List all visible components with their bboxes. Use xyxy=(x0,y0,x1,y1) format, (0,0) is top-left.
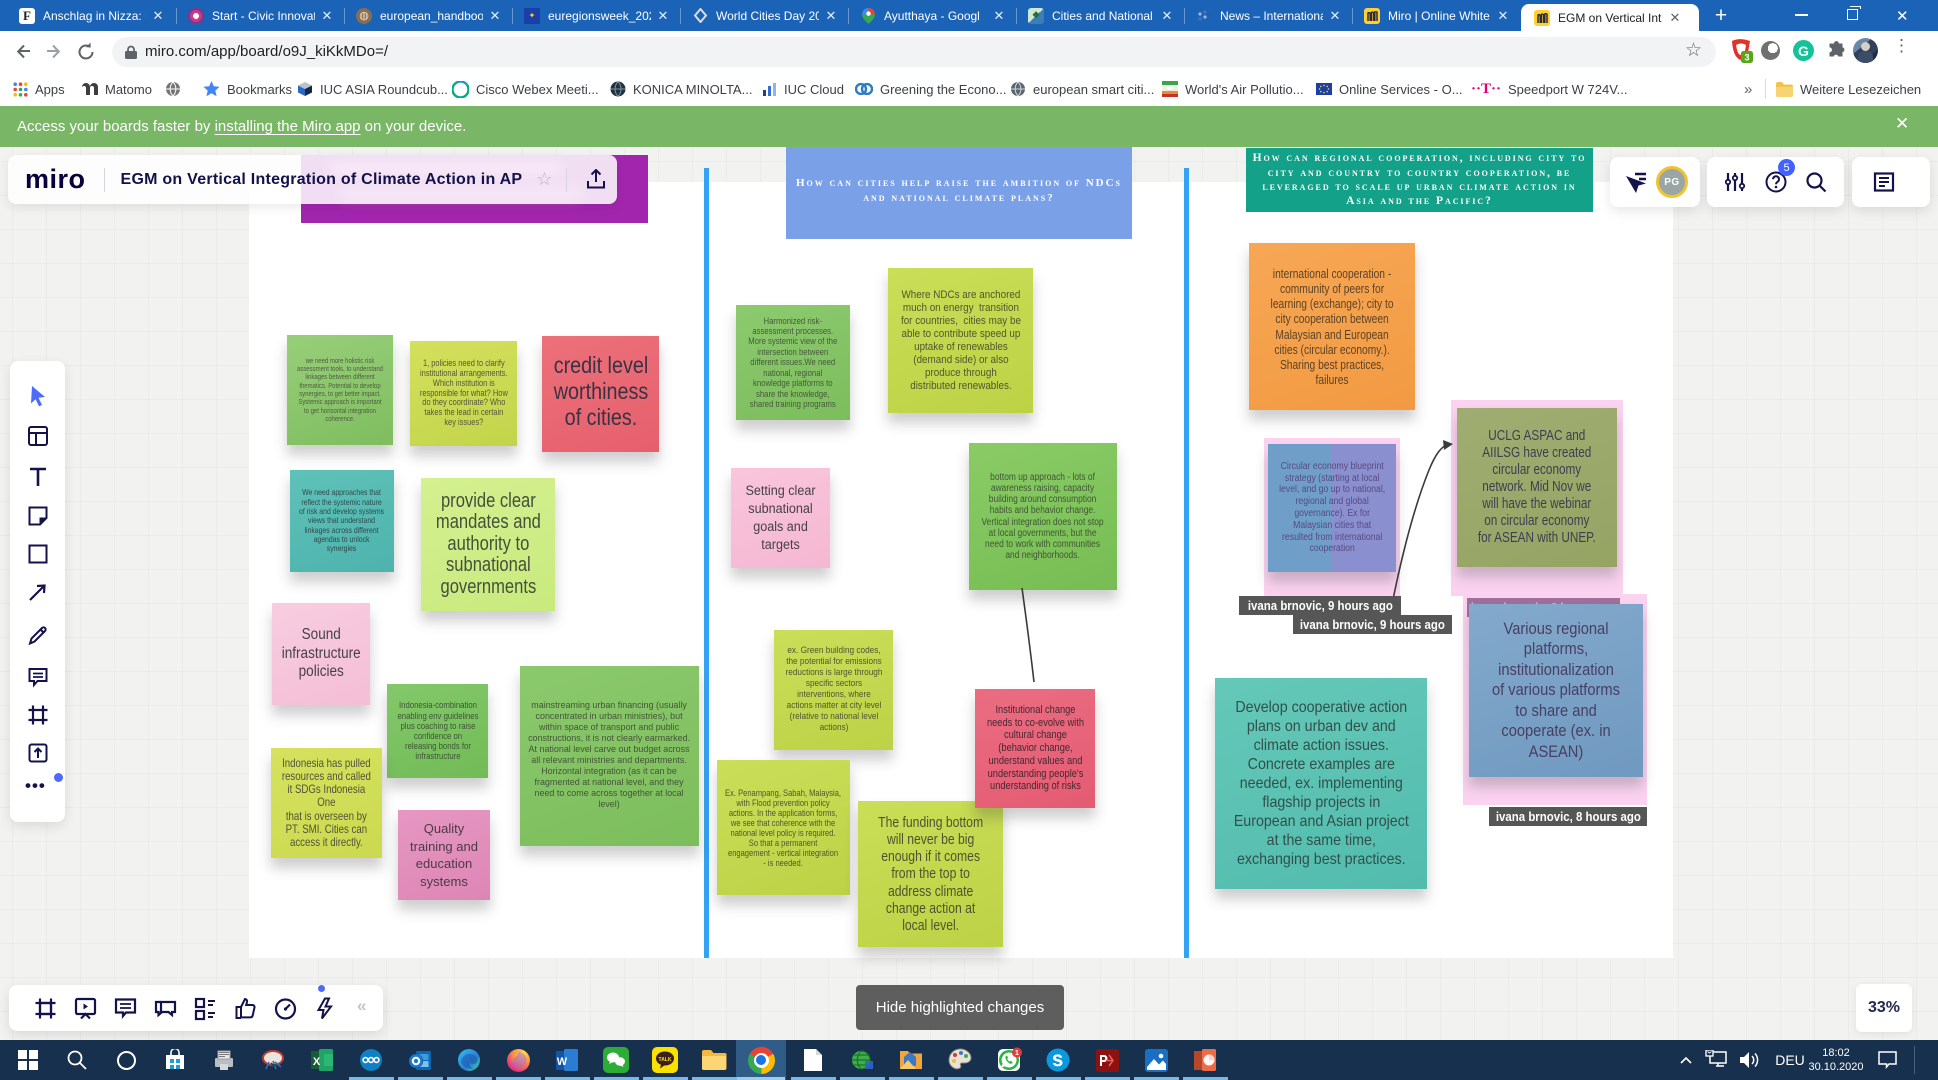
svg-text:TALK: TALK xyxy=(659,1057,672,1063)
svg-text:1: 1 xyxy=(1015,1050,1019,1057)
svg-text:3: 3 xyxy=(1744,53,1749,63)
svg-text:X: X xyxy=(313,1056,321,1068)
svg-text:W: W xyxy=(556,1056,567,1068)
